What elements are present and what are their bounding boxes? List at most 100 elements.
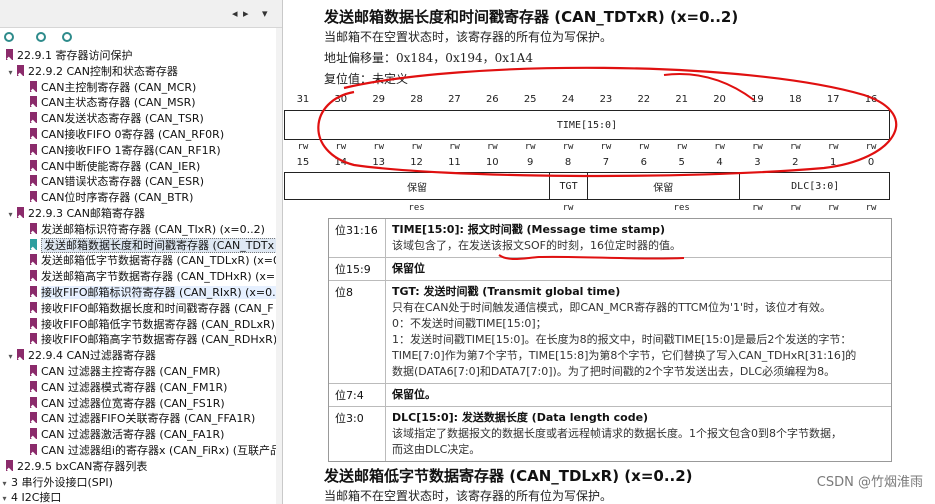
field-description-line: 该域包含了，在发送该报文SOF的时刻，16位定时器的值。: [392, 239, 681, 252]
bookmark-icon: [30, 380, 37, 392]
bookmark-icon: [30, 301, 37, 313]
tree-folder[interactable]: ▾ 22.9.2 CAN控制和状态寄存器: [6, 64, 178, 80]
next-register-title: 发送邮箱低字节数据寄存器 (CAN_TDLxR) (x=0..2): [324, 467, 693, 485]
field-title: TIME[15:0]: 报文时间戳 (Message time stamp): [392, 223, 666, 236]
tree-item[interactable]: CAN 过滤器主控寄存器 (CAN_FMR): [30, 364, 220, 380]
access-type: rw: [562, 203, 574, 213]
tree-folder[interactable]: ▾ 22.9.3 CAN邮箱寄存器: [6, 206, 145, 222]
write-protect-note: 当邮箱不在空置状态时，该寄存器的所有位为写保护。: [324, 30, 613, 44]
bookmark-icon: [30, 444, 37, 455]
tree-folder[interactable]: ▾ 4 I2C接口: [0, 490, 61, 504]
bit-description-table: 位31:16 TIME[15:0]: 报文时间戳 (Message time st…: [328, 218, 892, 462]
register-field: DLC[3:0]: [791, 180, 840, 192]
bit-description: 保留位: [386, 258, 891, 280]
tree-item-label: CAN接收FIFO 1寄存器(CAN_RF1R): [41, 143, 221, 157]
tree-item[interactable]: CAN接收FIFO 1寄存器(CAN_RF1R): [30, 143, 221, 159]
tree-item[interactable]: CAN位时序寄存器 (CAN_BTR): [30, 190, 193, 206]
expand-panel-icon[interactable]: ▸: [243, 7, 249, 20]
bookmark-icon: [30, 112, 37, 124]
tree-item-label: CAN错误状态寄存器 (CAN_ESR): [41, 175, 205, 189]
tree-item[interactable]: CAN 过滤器位宽寄存器 (CAN_FS1R): [30, 396, 225, 412]
expand-all-icon[interactable]: [4, 32, 14, 42]
expander-icon[interactable]: ▾: [0, 476, 9, 492]
watermark: CSDN @竹烟淮雨: [816, 475, 923, 490]
tree-item-label: 发送邮箱低字节数据寄存器 (CAN_TDLxR) (x=0: [41, 254, 280, 268]
field-description-line: 1：发送时间戳TIME[15:0]。在长度为8的报文中，时间戳TIME[15:0…: [392, 333, 852, 346]
upper-register-row: TIME[15:0]: [284, 110, 890, 140]
bit-number: 13: [372, 157, 386, 168]
access-type: rw: [524, 142, 536, 152]
tree-item[interactable]: CAN主控制寄存器 (CAN_MCR): [30, 80, 196, 96]
tree-item-label: CAN中断使能寄存器 (CAN_IER): [41, 159, 201, 173]
tree-item[interactable]: 接收FIFO邮箱高字节数据寄存器 (CAN_RDHxR): [30, 332, 277, 348]
tree-item[interactable]: CAN 过滤器模式寄存器 (CAN_FM1R): [30, 380, 227, 396]
tree-item-label: 接收FIFO邮箱低字节数据寄存器 (CAN_RDLxR): [41, 317, 275, 331]
bit-number: 21: [675, 94, 689, 105]
tree-folder[interactable]: ▾ 3 串行外设接口(SPI): [0, 475, 112, 492]
bit-number: 1: [830, 157, 837, 168]
field-title: DLC[15:0]: 发送数据长度 (Data length code): [392, 411, 649, 424]
tree-item[interactable]: CAN错误状态寄存器 (CAN_ESR): [30, 174, 204, 190]
tree-item[interactable]: CAN发送状态寄存器 (CAN_TSR): [30, 111, 204, 127]
next-write-protect-note: 当邮箱不在空置状态时，该寄存器的所有位为写保护。: [324, 489, 613, 503]
expander-icon[interactable]: ▾: [6, 65, 15, 81]
bit-number: 10: [485, 157, 499, 168]
expander-icon[interactable]: ▾: [6, 207, 15, 223]
bookmark-icon: [30, 191, 37, 203]
access-type: rw: [752, 203, 763, 213]
bit-number: 4: [716, 157, 723, 168]
document-page: 发送邮箱数据长度和时间戳寄存器 (CAN_TDTxR) (x=0..2) 当邮箱…: [284, 0, 935, 504]
tree-item[interactable]: 接收FIFO邮箱标识符寄存器 (CAN_RIxR) (x=0..1): [30, 285, 282, 301]
bit-number: 3: [754, 157, 761, 168]
tree-item[interactable]: CAN 过滤器激活寄存器 (CAN_FA1R): [30, 427, 224, 443]
bit-number: 17: [826, 94, 840, 105]
tree-item-label: CAN 过滤器组i的寄存器x (CAN_FiRx) (互联产品: [41, 444, 282, 457]
bookmark-icon: [30, 333, 37, 345]
access-type: rw: [411, 142, 422, 152]
bit-description: TGT: 发送时间戳 (Transmit global time) 只有在CAN处…: [386, 281, 891, 383]
tree-item[interactable]: 发送邮箱标识符寄存器 (CAN_TIxR) (x=0..2): [30, 222, 265, 238]
access-type: res: [673, 203, 690, 213]
access-type: rw: [789, 142, 801, 152]
find-bookmark-icon[interactable]: [36, 32, 46, 42]
collapse-panel-icon[interactable]: ◂: [232, 7, 238, 20]
tree-item[interactable]: 22.9.1 寄存器访问保护: [6, 48, 132, 64]
tree-item[interactable]: 发送邮箱数据长度和时间戳寄存器 (CAN_TDTx: [30, 237, 278, 254]
access-type: rw: [562, 142, 574, 152]
bit-number: 14: [334, 157, 348, 168]
tree-item[interactable]: CAN中断使能寄存器 (CAN_IER): [30, 159, 200, 175]
bookmark-icon: [30, 428, 37, 440]
description-row: 位8 TGT: 发送时间戳 (Transmit global time) 只有在CA…: [329, 281, 891, 384]
bookmark-icon: [30, 396, 37, 408]
tree-item[interactable]: 发送邮箱高字节数据寄存器 (CAN_TDHxR) (x=: [30, 269, 275, 285]
tree-item-label: CAN主控制寄存器 (CAN_MCR): [41, 80, 197, 94]
tree-item[interactable]: 接收FIFO邮箱低字节数据寄存器 (CAN_RDLxR): [30, 317, 275, 333]
bit-number: 25: [523, 94, 537, 105]
bit-number: 9: [527, 157, 534, 168]
tree-item[interactable]: 接收FIFO邮箱数据长度和时间戳寄存器 (CAN_F: [30, 301, 274, 317]
tree-item-label: CAN接收FIFO 0寄存器 (CAN_RF0R): [41, 128, 225, 141]
bit-number: 28: [410, 94, 423, 105]
field-title: 保留位。: [392, 388, 436, 401]
tree-item-label: 22.9.5 bxCAN寄存器列表: [17, 459, 148, 473]
bookmark-options-icon[interactable]: [62, 32, 72, 42]
tree-item[interactable]: CAN主状态寄存器 (CAN_MSR): [30, 95, 196, 111]
tree-item[interactable]: CAN 过滤器组i的寄存器x (CAN_FiRx) (互联产品: [30, 443, 281, 459]
time-field: TIME[15:0]: [556, 119, 618, 131]
register-field: 保留: [285, 173, 551, 199]
tree-item[interactable]: CAN 过滤器FIFO关联寄存器 (CAN_FFA1R): [30, 411, 255, 427]
field-description-line: 而这由DLC决定。: [392, 443, 481, 456]
tree-item[interactable]: CAN接收FIFO 0寄存器 (CAN_RF0R): [30, 127, 224, 143]
register-field: TGT: [550, 173, 588, 199]
expander-icon[interactable]: ▾: [0, 491, 9, 504]
bit-number: 29: [372, 94, 386, 105]
tree-item-label: 22.9.2 CAN控制和状态寄存器: [28, 64, 178, 78]
tree-item[interactable]: 22.9.5 bxCAN寄存器列表: [6, 459, 147, 475]
tree-item-label: 接收FIFO邮箱标识符寄存器 (CAN_RIxR) (x=0..1): [41, 286, 282, 299]
tree-item[interactable]: 发送邮箱低字节数据寄存器 (CAN_TDLxR) (x=0: [30, 253, 280, 269]
tree-item-label: CAN发送状态寄存器 (CAN_TSR): [41, 112, 204, 126]
bookmark-scrollbar[interactable]: [276, 28, 282, 504]
tree-folder[interactable]: ▾ 22.9.4 CAN过滤器寄存器: [6, 348, 156, 364]
expander-icon[interactable]: ▾: [6, 349, 15, 365]
panel-menu-icon[interactable]: ▾: [262, 7, 268, 20]
